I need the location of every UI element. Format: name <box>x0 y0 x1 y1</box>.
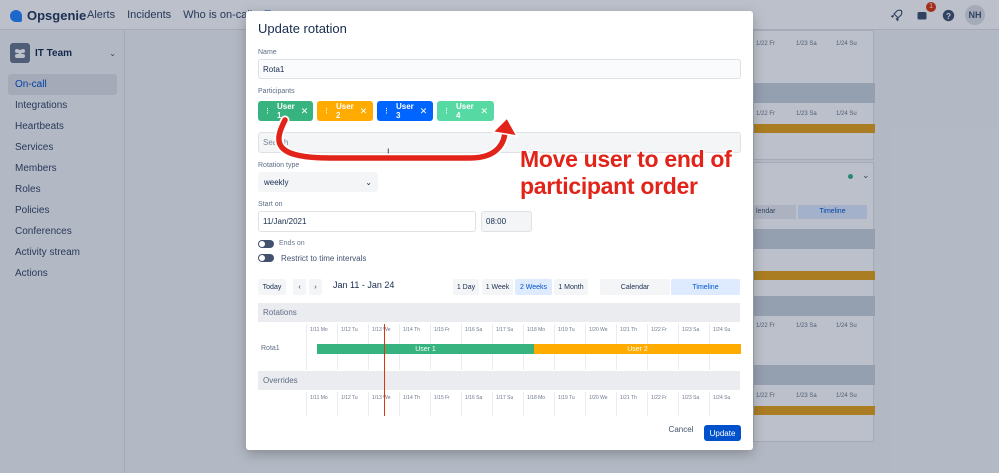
annotation-arrow <box>274 115 519 163</box>
annotation-text: Move user to end of participant order <box>520 146 732 200</box>
annotation-line-2: participant order <box>520 173 698 199</box>
annotation-line-1: Move user to end of <box>520 146 732 172</box>
